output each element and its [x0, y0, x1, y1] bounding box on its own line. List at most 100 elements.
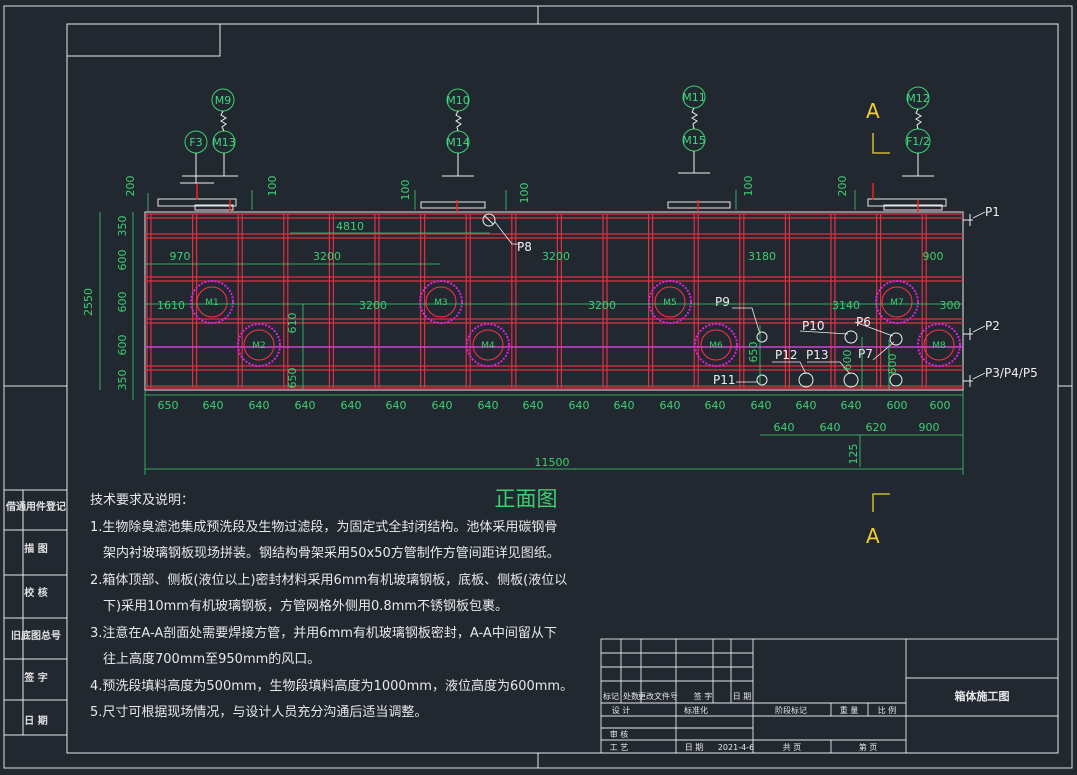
- tag-m11: M11: [682, 91, 706, 104]
- dim-in-1: 610: [286, 313, 299, 334]
- dim-height-total: 2550: [82, 288, 95, 316]
- port-p8: P8: [517, 240, 532, 254]
- tb-count: 处数: [623, 691, 639, 701]
- dim-4810: 4810: [336, 220, 364, 233]
- dim-r3-2: 3200: [359, 299, 387, 312]
- dim-b2-2: 640: [820, 421, 841, 434]
- module-m2: M2: [237, 323, 281, 367]
- dim-r2-2: 3200: [313, 250, 341, 263]
- module-m8-label: M8: [932, 341, 946, 351]
- side-label-2: 描 图: [24, 544, 48, 555]
- note-line-6: 3.注意在A-A剖面处需要焊接方管，并用6mm有机玻璃钢板密封，A-A中间留从下: [90, 625, 557, 641]
- dim-bottom-10: 640: [569, 399, 590, 412]
- port-p6: P6: [856, 315, 871, 329]
- side-label-5: 签 字: [24, 673, 48, 684]
- side-label-4: 旧底图总号: [11, 631, 61, 642]
- port-p11: P11: [713, 373, 736, 387]
- dim-bottom-7: 640: [432, 399, 453, 412]
- dim-top-1: 200: [124, 176, 137, 197]
- module-m3-label: M3: [434, 298, 448, 308]
- dim-bottom-3: 640: [249, 399, 270, 412]
- note-line-5: 下)采用10mm有机玻璃钢板，方管网格外侧用0.8mm不锈钢板包裹。: [103, 599, 508, 614]
- tb-standard: 标准化: [684, 705, 708, 715]
- tb-sheets-total: 共 页: [783, 743, 802, 752]
- dim-bottom-5: 640: [341, 399, 362, 412]
- module-m4: M4: [466, 323, 510, 367]
- module-m6-label: M6: [709, 341, 723, 351]
- dim-r3-4: 3140: [832, 299, 860, 312]
- port-labels: P1 P2 P3/P4/P5 P6 P7 P8 P9 P10 P11 P12 P…: [517, 205, 1038, 387]
- tb-weight: 重 量: [840, 705, 859, 715]
- dim-bottom-1: 650: [158, 399, 179, 412]
- dim-bottom-4: 640: [295, 399, 316, 412]
- module-m7: M7: [875, 280, 919, 324]
- side-label-3: 校 核: [24, 588, 48, 599]
- dim-r3-3: 3200: [588, 299, 616, 312]
- module-m5: M5: [648, 280, 692, 324]
- tag-m14: M14: [446, 136, 470, 149]
- tb-change: 更改文件号: [638, 691, 678, 701]
- tb-mark: 标记: [603, 691, 619, 701]
- module-m8: M8: [917, 323, 961, 367]
- dim-bottom-16: 640: [841, 399, 862, 412]
- module-m7-label: M7: [890, 298, 904, 308]
- tb-stage: 阶段标记: [775, 705, 807, 715]
- dim-r2-4: 3180: [748, 250, 776, 263]
- note-line-9: 5.尺寸可根据现场情况，与设计人员充分沟通后适当调整。: [90, 705, 428, 720]
- side-label-6: 日 期: [24, 716, 48, 727]
- dim-h-3: 600: [116, 292, 129, 313]
- dim-total: 11500: [535, 456, 570, 469]
- dim-bottom-18: 600: [930, 399, 951, 412]
- port-p2: P2: [985, 319, 1000, 333]
- dim-in-2: 650: [286, 368, 299, 389]
- dim-h-2: 600: [116, 250, 129, 271]
- module-m1: M1: [190, 280, 234, 324]
- tb-process: 工 艺: [610, 743, 629, 752]
- dim-125: 125: [847, 444, 860, 465]
- note-line-2: 1.生物除臭滤池集成预洗段及生物过滤段，为固定式全封闭结构。池体采用碳钢骨: [90, 519, 558, 535]
- tb-scale: 比 例: [878, 705, 897, 715]
- instruments: [180, 85, 934, 184]
- tag-m10: M10: [446, 94, 470, 107]
- port-p9: P9: [715, 295, 730, 309]
- module-m3: M3: [419, 280, 463, 324]
- side-label-1: 借通用件登记: [6, 502, 66, 513]
- module-m6: M6: [694, 323, 738, 367]
- dim-bottom-8: 640: [478, 399, 499, 412]
- note-line-7: 往上高度700mm至950mm的风口。: [103, 652, 321, 667]
- tb-date-value: 2021-4-6: [718, 743, 754, 752]
- dim-top-2: 100: [266, 176, 279, 197]
- port-p3-p4-p5: P3/P4/P5: [985, 366, 1038, 380]
- dim-r3-5: 300: [940, 299, 961, 312]
- tag-m15: M15: [682, 134, 706, 147]
- section-a-bottom: A: [866, 524, 880, 548]
- port-p13: P13: [806, 348, 829, 362]
- top-fittings: [157, 198, 947, 211]
- dim-top-5: 100: [742, 176, 755, 197]
- section-a-top: A: [866, 99, 880, 123]
- dim-h-1: 350: [116, 216, 129, 237]
- dim-h-4: 600: [116, 335, 129, 356]
- note-line-4: 2.箱体顶部、侧板(液位以上)密封材料采用6mm有机玻璃钢板，底板、侧板(液位以: [90, 572, 568, 588]
- tb-date: 日 期: [733, 692, 752, 701]
- note-line-8: 4.预洗段填料高度为500mm，生物段填料高度为1000mm，液位高度为600m…: [90, 678, 574, 694]
- dim-bottom-2: 640: [203, 399, 224, 412]
- tb-sign: 签 字: [694, 691, 713, 701]
- dim-b2-3: 620: [866, 421, 887, 434]
- dim-top-4: 100: [518, 183, 531, 204]
- module-m5-label: M5: [663, 298, 677, 308]
- dim-in-4: 600: [841, 350, 854, 371]
- dim-bottom-6: 640: [386, 399, 407, 412]
- tag-m13: M13: [212, 136, 236, 149]
- dim-b2-1: 640: [774, 421, 795, 434]
- dim-bottom-11: 640: [614, 399, 635, 412]
- tb-review: 审 核: [610, 729, 629, 739]
- dim-in-5: 600: [886, 354, 899, 375]
- dim-bottom-12: 640: [660, 399, 681, 412]
- dim-h-5: 350: [116, 370, 129, 391]
- port-p1: P1: [985, 205, 1000, 219]
- port-p10: P10: [802, 319, 825, 333]
- tag-m12: M12: [906, 92, 930, 105]
- dim-in-3: 650: [747, 342, 760, 363]
- module-m2-label: M2: [252, 341, 266, 351]
